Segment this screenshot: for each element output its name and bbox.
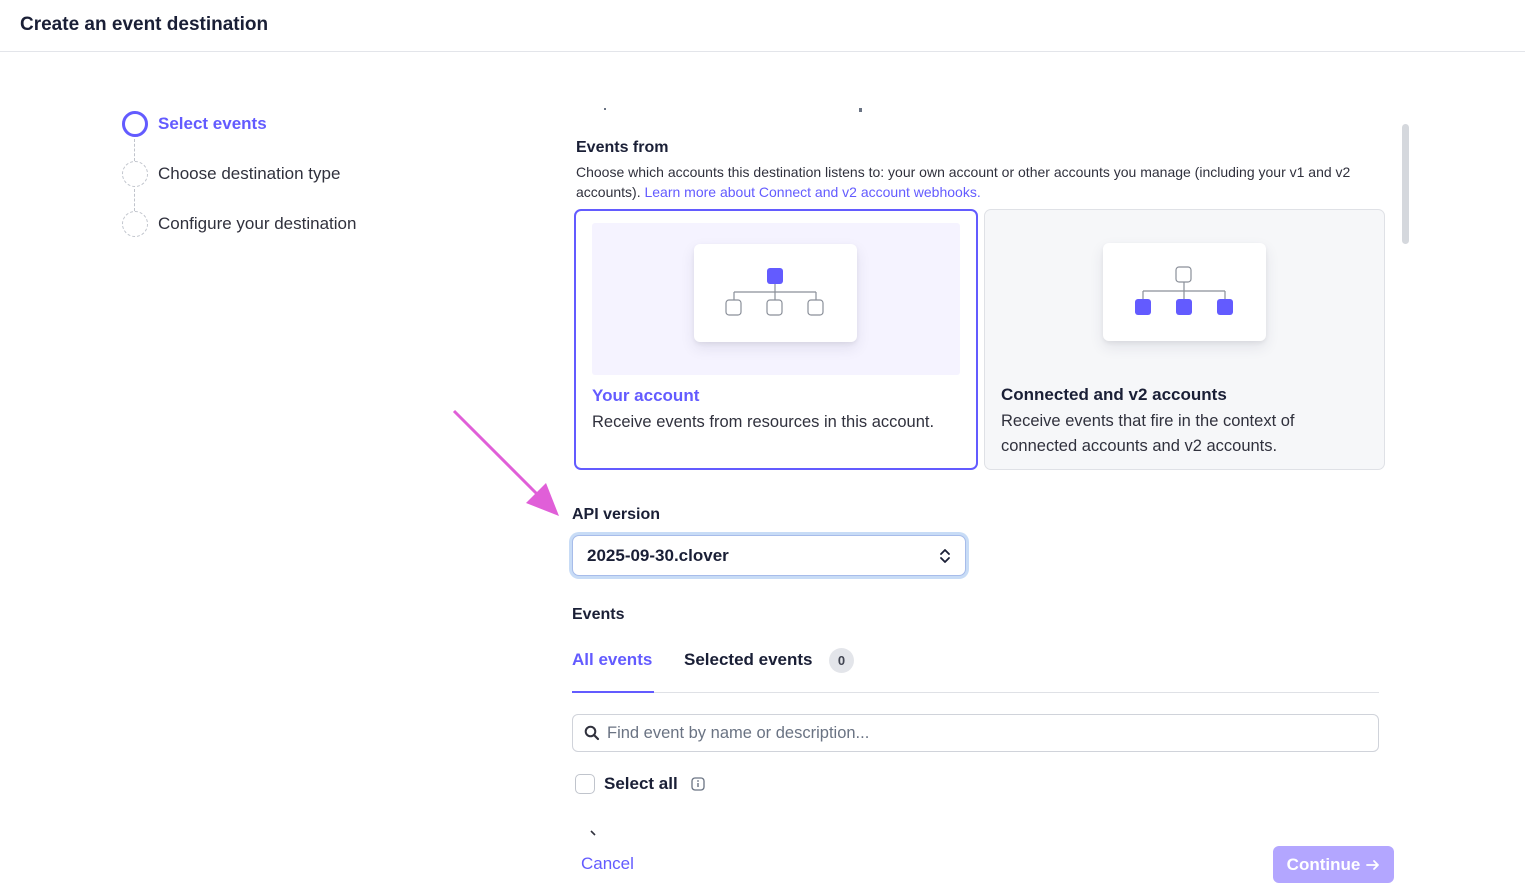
search-input[interactable] (607, 723, 1347, 743)
top-bar: Create an event destination (0, 0, 1525, 52)
search-icon (584, 725, 600, 741)
api-version-select[interactable]: 2025-09-30.clover (572, 535, 966, 576)
api-version-value: 2025-09-30.clover (587, 546, 729, 565)
tabs-divider (572, 692, 1379, 693)
option-card-your-account[interactable]: Your account Receive events from resourc… (574, 209, 978, 470)
step-select-events[interactable]: Select events (122, 111, 267, 137)
step-indicator-pending (122, 211, 148, 237)
arrow-right-icon (1366, 859, 1380, 870)
select-all-label: Select all (604, 774, 678, 793)
chevron-updown-icon (940, 549, 950, 563)
scrollbar-thumb[interactable] (1402, 124, 1409, 244)
step-connector (134, 189, 135, 211)
card-illustration (592, 223, 960, 375)
learn-more-link[interactable]: Learn more about Connect and v2 account … (644, 184, 980, 200)
page-title: Create an event destination (20, 14, 269, 35)
chevron-right-icon (590, 830, 596, 836)
step-label: Select events (158, 114, 267, 133)
step-label: Choose destination type (158, 164, 341, 183)
card-description: Receive events that fire in the context … (1001, 412, 1295, 455)
scrolled-content-fragment (604, 104, 864, 114)
account-hierarchy-icon (694, 244, 857, 342)
card-illustration (1001, 222, 1369, 374)
selected-count-badge: 0 (829, 648, 854, 673)
connected-accounts-hierarchy-icon (1103, 243, 1266, 341)
events-from-title: Events from (576, 139, 669, 156)
step-indicator-active (122, 111, 148, 137)
card-title: Connected and v2 accounts (1001, 385, 1227, 404)
step-indicator-pending (122, 161, 148, 187)
step-configure-destination: Configure your destination (122, 211, 356, 237)
continue-button[interactable]: Continue (1273, 846, 1394, 883)
option-card-connected-accounts[interactable]: Connected and v2 accounts Receive events… (984, 209, 1385, 470)
select-all-checkbox[interactable] (575, 774, 595, 794)
cancel-button[interactable]: Cancel (581, 854, 634, 874)
event-search-field[interactable] (572, 714, 1379, 752)
card-description: Receive events from resources in this ac… (592, 413, 935, 431)
events-title: Events (572, 606, 625, 623)
event-group-row-clipped (572, 826, 1372, 838)
events-from-description: Choose which accounts this destination l… (576, 162, 1376, 202)
tab-selected-events[interactable]: Selected events (684, 650, 813, 670)
info-icon[interactable] (691, 777, 705, 791)
active-tab-indicator (572, 691, 654, 693)
annotation-arrow-icon (452, 409, 559, 516)
api-version-label: API version (572, 506, 661, 523)
card-title: Your account (592, 386, 700, 405)
step-choose-destination-type: Choose destination type (122, 161, 340, 187)
continue-label: Continue (1286, 854, 1361, 874)
tab-all-events[interactable]: All events (572, 650, 652, 670)
step-connector (134, 139, 135, 161)
step-label: Configure your destination (158, 214, 357, 233)
